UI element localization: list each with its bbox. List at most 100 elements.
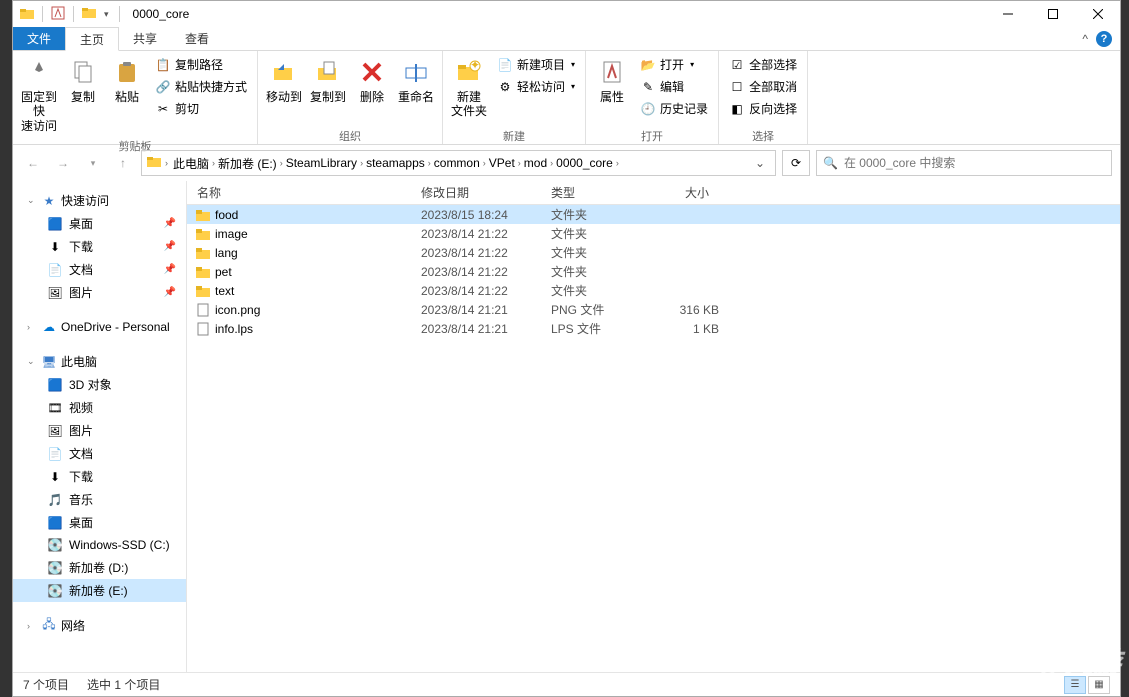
sidebar-item[interactable]: ⬇下载📌 [13,235,186,258]
breadcrumb[interactable]: SteamLibrary [284,156,359,170]
qat-properties-icon[interactable] [50,5,66,24]
maximize-button[interactable] [1030,1,1075,27]
properties-button[interactable]: 属性 [590,54,634,106]
forward-button[interactable]: → [51,151,75,175]
file-row[interactable]: icon.png2023/8/14 21:21PNG 文件316 KB [187,300,1120,319]
breadcrumb[interactable]: steamapps [364,156,427,170]
file-list[interactable]: food2023/8/15 18:24文件夹image2023/8/14 21:… [187,205,1120,672]
navigation-pane: ⌄ ★ 快速访问 🟦桌面📌⬇下载📌📄文档📌🖼图片📌 › ☁ OneDrive -… [13,181,187,672]
pc-icon: 🖥 [41,354,57,370]
edit-button[interactable]: ✎编辑 [636,76,712,97]
chevron-right-icon[interactable]: › [164,158,169,168]
copy-path-button[interactable]: 📋复制路径 [151,54,251,75]
close-button[interactable] [1075,1,1120,27]
file-row[interactable]: image2023/8/14 21:22文件夹 [187,224,1120,243]
tab-file[interactable]: 文件 [13,27,65,50]
sidebar-item[interactable]: 📄文档📌 [13,258,186,281]
copy-to-button[interactable]: 复制到 [306,54,350,106]
onedrive-header[interactable]: › ☁ OneDrive - Personal [13,316,186,338]
minimize-button[interactable] [985,1,1030,27]
edit-icon: ✎ [640,79,656,95]
file-row[interactable]: info.lps2023/8/14 21:21LPS 文件1 KB [187,319,1120,338]
column-name[interactable]: 名称 [187,184,421,201]
select-none-button[interactable]: ☐全部取消 [725,76,801,97]
chevron-right-icon[interactable]: › [615,158,620,168]
quick-access-header[interactable]: ⌄ ★ 快速访问 [13,189,186,212]
selected-count: 选中 1 个项目 [87,676,160,693]
tab-home[interactable]: 主页 [65,27,119,51]
column-type[interactable]: 类型 [551,184,659,201]
sidebar-item[interactable]: 💽Windows-SSD (C:) [13,534,186,556]
main-area: ⌄ ★ 快速访问 🟦桌面📌⬇下载📌📄文档📌🖼图片📌 › ☁ OneDrive -… [13,181,1120,672]
delete-button[interactable]: 删除 [350,54,394,106]
sidebar-item[interactable]: 🟦3D 对象 [13,373,186,396]
ribbon: 固定到快 速访问 复制 粘贴 📋复制路径 🔗粘贴快捷方式 ✂剪切 剪贴板 [13,51,1120,145]
column-headers: 名称 修改日期 类型 大小 [187,181,1120,205]
open-button[interactable]: 📂打开▾ [636,54,712,75]
sidebar-item[interactable]: ⬇下载 [13,465,186,488]
cut-button[interactable]: ✂剪切 [151,98,251,119]
refresh-button[interactable]: ⟳ [782,150,810,176]
breadcrumb[interactable]: 此电脑 [171,155,211,172]
sidebar-item[interactable]: 🟦桌面📌 [13,212,186,235]
file-row[interactable]: pet2023/8/14 21:22文件夹 [187,262,1120,281]
rename-icon [400,56,432,88]
search-input[interactable] [844,156,1105,170]
file-row[interactable]: food2023/8/15 18:24文件夹 [187,205,1120,224]
sidebar-item[interactable]: 💽新加卷 (D:) [13,556,186,579]
status-bar: 7 个项目 选中 1 个项目 ☰ ▦ [13,672,1120,696]
easy-access-button[interactable]: ⚙轻松访问▾ [493,76,579,97]
item-icon: 🟦 [47,216,63,232]
breadcrumb[interactable]: VPet [487,156,517,170]
move-to-button[interactable]: 移动到 [262,54,306,106]
back-button[interactable]: ← [21,151,45,175]
sidebar-item[interactable]: 🟦桌面 [13,511,186,534]
address-bar[interactable]: › 此电脑›新加卷 (E:)›SteamLibrary›steamapps›co… [141,150,776,176]
breadcrumb[interactable]: mod [522,156,549,170]
details-view-button[interactable]: ☰ [1064,676,1086,694]
file-name: info.lps [215,322,421,336]
sidebar-item[interactable]: 📄文档 [13,442,186,465]
invert-selection-button[interactable]: ◧反向选择 [725,98,801,119]
recent-dropdown[interactable]: ▾ [81,151,105,175]
select-all-button[interactable]: ☑全部选择 [725,54,801,75]
paste-button[interactable]: 粘贴 [105,54,149,106]
address-dropdown[interactable]: ⌄ [749,156,771,170]
new-folder-button[interactable]: ✦ 新建 文件夹 [447,54,491,121]
sidebar-item[interactable]: 🖼图片 [13,419,186,442]
breadcrumb[interactable]: 0000_core [554,156,615,170]
help-icon[interactable]: ? [1096,31,1112,47]
tab-view[interactable]: 查看 [171,27,223,50]
tab-share[interactable]: 共享 [119,27,171,50]
sidebar-item[interactable]: 💽新加卷 (E:) [13,579,186,602]
breadcrumb[interactable]: 新加卷 (E:) [216,155,279,172]
file-date: 2023/8/14 21:22 [421,227,551,241]
item-icon: ⬇ [47,469,63,485]
history-button[interactable]: 🕘历史记录 [636,98,712,119]
up-button[interactable]: ↑ [111,151,135,175]
file-row[interactable]: text2023/8/14 21:22文件夹 [187,281,1120,300]
file-size: 1 KB [659,322,719,336]
breadcrumb[interactable]: common [432,156,482,170]
new-item-button[interactable]: 📄新建项目▾ [493,54,579,75]
search-box[interactable]: 🔍 [816,150,1112,176]
pin-to-quick-access-button[interactable]: 固定到快 速访问 [17,54,61,135]
paste-shortcut-button[interactable]: 🔗粘贴快捷方式 [151,76,251,97]
column-size[interactable]: 大小 [659,184,719,201]
cloud-icon: ☁ [41,319,57,335]
history-icon: 🕘 [640,101,656,117]
copy-button[interactable]: 复制 [61,54,105,106]
file-row[interactable]: lang2023/8/14 21:22文件夹 [187,243,1120,262]
collapse-ribbon-icon[interactable]: ^ [1082,32,1088,46]
this-pc-header[interactable]: ⌄ 🖥 此电脑 [13,350,186,373]
icons-view-button[interactable]: ▦ [1088,676,1110,694]
sidebar-item[interactable]: 🎞视频 [13,396,186,419]
sidebar-item[interactable]: 🖼图片📌 [13,281,186,304]
network-header[interactable]: › 🖧 网络 [13,614,186,637]
column-date[interactable]: 修改日期 [421,184,551,201]
qat-folder-icon[interactable] [81,5,97,24]
sidebar-item[interactable]: 🎵音乐 [13,488,186,511]
qat-dropdown-icon[interactable]: ▾ [101,9,112,20]
item-icon: 📄 [47,446,63,462]
rename-button[interactable]: 重命名 [394,54,438,106]
